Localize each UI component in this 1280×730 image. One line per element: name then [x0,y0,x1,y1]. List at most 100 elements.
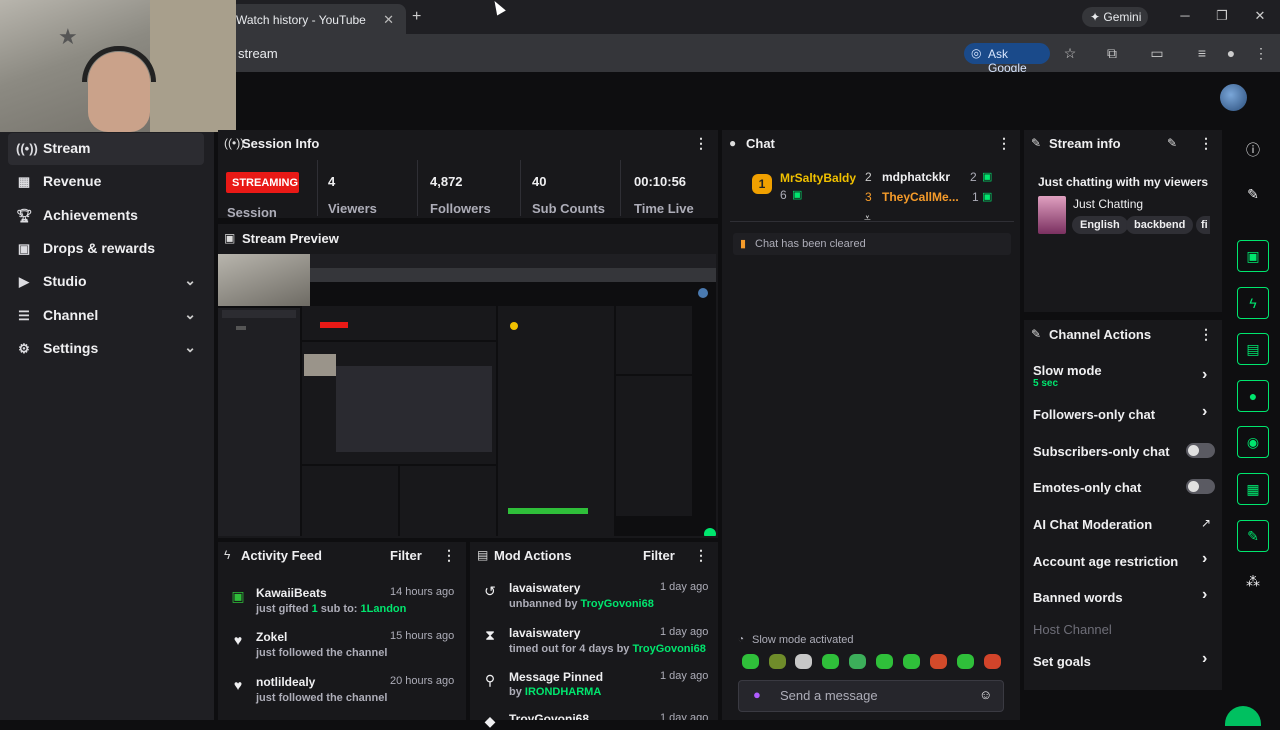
emoji-icon[interactable]: ☺ [979,687,992,702]
activity-user[interactable]: notlildealy [256,675,315,689]
emote-button[interactable] [930,654,947,669]
kebab-menu-icon[interactable]: ⋮ [694,547,708,564]
notes-button[interactable]: ▤ [1237,333,1269,365]
emote-button[interactable] [849,654,866,669]
banned-words-label[interactable]: Banned words [1033,590,1123,605]
emote-button[interactable] [769,654,786,669]
leaderboard-name[interactable]: mdphatckkr [882,170,950,184]
leaderboard-name[interactable]: TheyCallMe... [882,190,959,204]
browser-tab[interactable]: Watch history - YouTube ✕ [230,4,406,34]
sidebar-item-label: Revenue [43,173,102,189]
set-goals-label[interactable]: Set goals [1033,654,1091,669]
stat-divider [620,160,621,216]
stream-preview-video[interactable] [218,254,716,536]
close-tab-icon[interactable]: ✕ [383,12,394,28]
gemini-button[interactable]: ✦ Gemini [1082,7,1148,27]
category-thumbnail[interactable] [1038,196,1066,234]
emote-button[interactable] [957,654,974,669]
webcam-overlay: ★ [0,0,236,132]
slow-mode-label[interactable]: Slow mode [1033,363,1102,378]
share-icon[interactable]: ⁂ [1237,573,1269,597]
sidebar-item-settings[interactable]: ⚙ Settings ⌄ [8,333,204,365]
emote-button[interactable] [876,654,893,669]
sidebar-item-channel[interactable]: ☰ Channel ⌄ [8,300,204,332]
tag[interactable]: fi [1196,216,1210,234]
activity-user[interactable]: KawaiiBeats [256,586,327,600]
clip-button[interactable]: ▣ [1237,240,1269,272]
sidebar-item-achievements[interactable]: 🏆︎ Achievements [8,200,204,232]
status-badge: STREAMING [226,172,299,193]
time-live-value: 00:10:56 [634,174,687,189]
kebab-menu-icon[interactable]: ⋮ [694,135,708,152]
kebab-menu-icon[interactable]: ⋮ [1199,326,1213,343]
tag[interactable]: English [1072,216,1128,234]
category-name[interactable]: Just Chatting [1073,197,1143,211]
kebab-menu-icon[interactable]: ⋮ [1199,135,1213,152]
bolt-button[interactable]: ϟ [1237,287,1269,319]
minimize-icon[interactable]: ─ [1175,8,1195,23]
avatar[interactable] [1220,84,1247,111]
sidebar-item-stream[interactable]: ((•)) Stream [8,133,204,165]
extension-icon[interactable]: ⧉ [1103,45,1121,62]
star-icon[interactable]: ☆ [1061,45,1079,62]
subscribers-only-toggle[interactable] [1186,443,1215,458]
mod-target[interactable]: TroyGovoni68 [509,712,589,720]
sidebar-item-studio[interactable]: ▶ Studio ⌄ [8,266,204,298]
account-age-label[interactable]: Account age restriction [1033,554,1178,569]
chat-button[interactable]: ● [1237,380,1269,412]
close-window-icon[interactable]: ✕ [1250,8,1270,24]
emote-button[interactable] [903,654,920,669]
chevron-right-icon[interactable]: › [1202,650,1207,668]
plus-icon[interactable]: + [412,8,421,26]
wrench-button[interactable]: ✎ [1237,520,1269,552]
mod-target[interactable]: lavaiswatery [509,581,580,595]
subscribers-only-label: Subscribers-only chat [1033,444,1170,459]
panel-title: Mod Actions [494,548,572,563]
kebab-menu-icon[interactable]: ⋮ [442,547,456,564]
gear-icon: ⚙ [18,341,30,356]
url-text[interactable]: stream [238,46,278,61]
filter-button[interactable]: Filter [390,548,422,563]
sidepanel-icon[interactable]: ▭ [1148,45,1166,62]
camera-icon: ▣ [224,231,236,245]
chevron-right-icon[interactable]: › [1202,550,1207,568]
emote-button[interactable] [742,654,759,669]
menu-icon[interactable]: ⋮ [1252,45,1270,62]
chevron-right-icon[interactable]: › [1202,366,1207,384]
followers-only-label[interactable]: Followers-only chat [1033,407,1155,422]
emotes-only-toggle[interactable] [1186,479,1215,494]
ask-google-button[interactable]: ◎ Ask Google [964,43,1050,75]
shield-icon: ◆ [484,713,496,729]
kebab-menu-icon[interactable]: ⋮ [997,135,1011,152]
sidebar-item-revenue[interactable]: ▦ Revenue [8,166,204,198]
sidebar-item-drops[interactable]: ▣ Drops & rewards [8,233,204,265]
emote-button[interactable] [822,654,839,669]
mic-icon[interactable]: ● [753,687,761,702]
activity-desc: just followed the channel [256,647,388,659]
maximize-icon[interactable]: ❐ [1212,8,1232,24]
chevron-right-icon[interactable]: › [1202,403,1207,421]
media-icon[interactable]: ≡ [1193,45,1211,61]
mod-target[interactable]: lavaiswatery [509,626,580,640]
chat-input-placeholder: Send a message [780,688,878,703]
tag[interactable]: backbend [1126,216,1194,234]
ai-moderation-label[interactable]: AI Chat Moderation [1033,517,1152,532]
subs-value: 40 [532,174,547,189]
profile-icon[interactable]: ● [1222,45,1240,61]
pencil-icon[interactable]: ✎ [1237,186,1269,210]
activity-user[interactable]: Zokel [256,630,287,644]
camera-button[interactable]: ▦ [1237,473,1269,505]
chevron-right-icon[interactable]: › [1202,586,1207,604]
emotes-only-label: Emotes-only chat [1033,480,1142,495]
broadcast-button[interactable]: ◉ [1237,426,1269,458]
wrench-icon: ✎ [1031,136,1042,150]
emote-button[interactable] [984,654,1001,669]
info-icon[interactable]: ⓘ [1237,140,1269,164]
collapse-icon[interactable]: ⩡ [864,211,871,226]
filter-button[interactable]: Filter [643,548,675,563]
emote-button[interactable] [795,654,812,669]
external-link-icon[interactable]: ↗ [1201,516,1211,530]
edit-icon[interactable]: ✎ [1167,136,1177,150]
leaderboard-name[interactable]: MrSaltyBaldy [780,171,856,185]
mod-target[interactable]: Message Pinned [509,670,603,684]
